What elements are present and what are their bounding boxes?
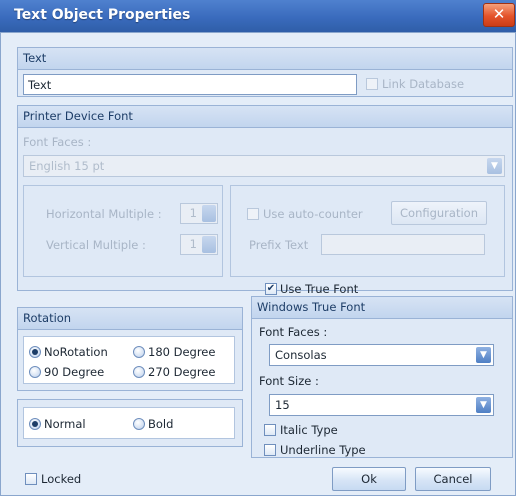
font-size-value: 15 xyxy=(275,398,290,412)
link-database-checkbox[interactable] xyxy=(366,78,378,90)
use-true-font-checkbox[interactable]: ✔ xyxy=(265,283,277,295)
radio-bold[interactable] xyxy=(133,418,145,430)
radio-no-rotation[interactable] xyxy=(29,346,41,358)
printer-device-font-group: Printer Device Font Font Faces : English… xyxy=(17,105,513,291)
auto-counter-checkbox[interactable] xyxy=(247,208,259,220)
prefix-text-input[interactable] xyxy=(321,234,485,255)
underline-type-label: Underline Type xyxy=(280,443,366,457)
locked-checkbox[interactable] xyxy=(25,473,37,485)
title-bar: Text Object Properties ✕ xyxy=(0,0,516,33)
90-degree-label: 90 Degree xyxy=(44,365,105,379)
radio-180-degree[interactable] xyxy=(133,346,145,358)
italic-type-label: Italic Type xyxy=(280,423,338,437)
printer-font-faces-select[interactable]: English 15 pt ▼ xyxy=(23,155,505,177)
rotation-group-header: Rotation xyxy=(18,308,242,330)
auto-counter-label: Use auto-counter xyxy=(263,207,363,221)
radio-normal[interactable] xyxy=(29,418,41,430)
printer-group-header: Printer Device Font xyxy=(18,106,512,128)
text-group: Text Link Database xyxy=(17,47,513,97)
normal-label: Normal xyxy=(44,417,86,431)
use-true-font-label: Use True Font xyxy=(280,282,359,296)
vertical-multiple-value: 1 xyxy=(189,237,197,251)
horizontal-multiple-stepper[interactable]: 1 xyxy=(180,203,218,224)
true-font-faces-select[interactable]: Consolas ▼ xyxy=(269,344,494,366)
link-database-label: Link Database xyxy=(382,77,465,91)
font-style-group: Normal Bold xyxy=(17,399,243,447)
radio-270-degree[interactable] xyxy=(133,366,145,378)
dialog-body: Text Link Database Printer Device Font F… xyxy=(0,32,516,496)
italic-type-checkbox[interactable] xyxy=(264,424,276,436)
printer-font-faces-label: Font Faces : xyxy=(23,135,92,149)
horizontal-multiple-label: Horizontal Multiple : xyxy=(46,207,162,221)
true-font-faces-label: Font Faces : xyxy=(259,325,328,339)
rotation-group: Rotation NoRotation 180 Degree 90 Degree… xyxy=(17,307,243,391)
font-size-label: Font Size : xyxy=(259,374,319,388)
chevron-down-icon: ▼ xyxy=(476,347,491,363)
270-degree-label: 270 Degree xyxy=(148,365,216,379)
no-rotation-label: NoRotation xyxy=(44,345,108,359)
close-button[interactable]: ✕ xyxy=(483,3,515,27)
stepper-arrows-icon[interactable] xyxy=(202,205,216,222)
text-input[interactable] xyxy=(23,74,357,95)
printer-font-faces-value: English 15 pt xyxy=(29,159,105,173)
bold-label: Bold xyxy=(148,417,174,431)
stepper-arrows-icon[interactable] xyxy=(202,236,216,253)
font-size-select[interactable]: 15 ▼ xyxy=(269,394,494,416)
underline-type-checkbox[interactable] xyxy=(264,444,276,456)
configuration-button[interactable]: Configuration xyxy=(391,201,487,225)
text-group-header: Text xyxy=(18,48,512,70)
chevron-down-icon: ▼ xyxy=(476,397,491,413)
rotation-options-box: NoRotation 180 Degree 90 Degree 270 Degr… xyxy=(23,336,235,384)
vertical-multiple-stepper[interactable]: 1 xyxy=(180,234,218,255)
locked-label: Locked xyxy=(41,472,82,486)
multiple-box: Horizontal Multiple : 1 Vertical Multipl… xyxy=(23,185,223,277)
font-style-options-box: Normal Bold xyxy=(23,407,235,439)
cancel-button[interactable]: Cancel xyxy=(415,467,491,491)
true-font-faces-value: Consolas xyxy=(275,348,327,362)
auto-counter-box: Use auto-counter Configuration Prefix Te… xyxy=(230,185,505,277)
vertical-multiple-label: Vertical Multiple : xyxy=(46,238,146,252)
windows-true-font-header: Windows True Font xyxy=(252,297,512,319)
prefix-text-label: Prefix Text xyxy=(249,238,309,252)
chevron-down-icon: ▼ xyxy=(487,158,502,174)
horizontal-multiple-value: 1 xyxy=(189,206,197,220)
checkmark-icon: ✔ xyxy=(266,283,276,294)
window-title: Text Object Properties xyxy=(14,7,191,23)
radio-90-degree[interactable] xyxy=(29,366,41,378)
close-icon: ✕ xyxy=(492,5,506,23)
180-degree-label: 180 Degree xyxy=(148,345,216,359)
ok-button[interactable]: Ok xyxy=(332,467,406,491)
windows-true-font-group: Windows True Font Font Faces : Consolas … xyxy=(251,296,513,458)
